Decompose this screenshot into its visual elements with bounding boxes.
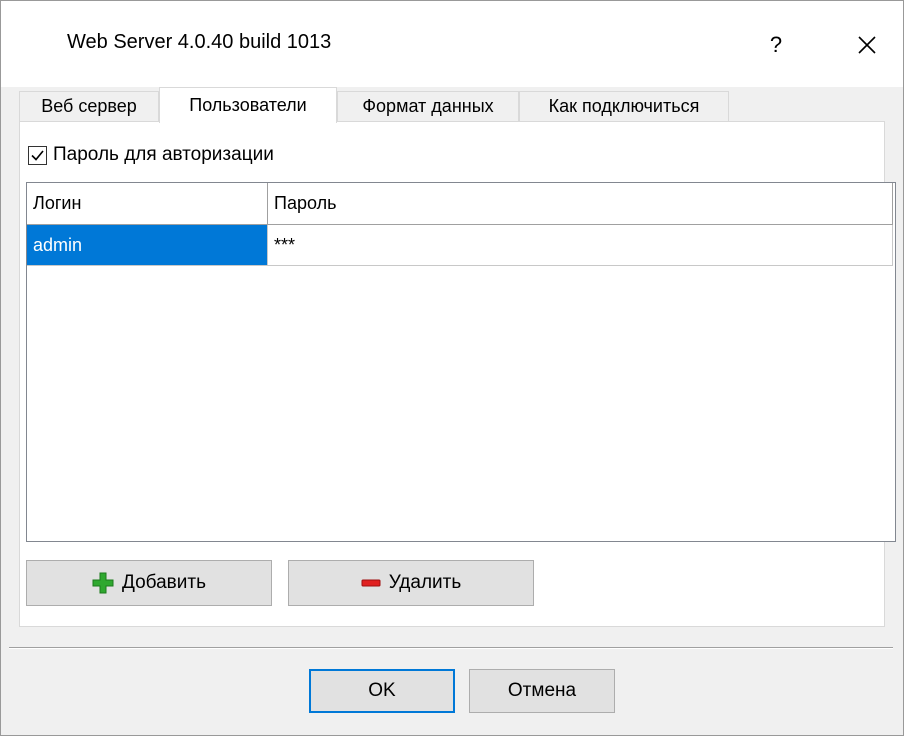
close-button[interactable] xyxy=(831,17,903,73)
title-bar: Web Server 4.0.40 build 1013 ? xyxy=(1,1,903,87)
users-grid: Логин Пароль admin *** xyxy=(26,182,896,542)
tab-label: Пользователи xyxy=(189,95,307,115)
cancel-button[interactable]: Отмена xyxy=(469,669,615,713)
dialog-window: Web Server 4.0.40 build 1013 ? Веб серве… xyxy=(0,0,904,736)
auth-password-checkbox[interactable]: Пароль для авторизации xyxy=(28,144,274,166)
grid-header: Логин Пароль xyxy=(27,183,893,225)
minus-icon xyxy=(361,578,381,588)
tab-data-format[interactable]: Формат данных xyxy=(337,91,519,121)
table-row[interactable]: admin *** xyxy=(27,225,893,266)
auth-checkbox-label: Пароль для авторизации xyxy=(53,144,274,165)
cancel-button-label: Отмена xyxy=(507,680,577,701)
help-button[interactable]: ? xyxy=(736,17,816,73)
add-user-button[interactable]: Добавить xyxy=(26,560,272,606)
window-title: Web Server 4.0.40 build 1013 xyxy=(67,31,332,53)
cell-login[interactable]: admin xyxy=(27,225,268,266)
cell-password[interactable]: *** xyxy=(268,225,893,266)
checkbox-box[interactable] xyxy=(28,145,47,165)
checkmark-icon xyxy=(31,149,44,161)
users-panel: Пароль для авторизации Логин Пароль admi… xyxy=(19,121,896,627)
ok-button[interactable]: OK xyxy=(309,669,455,713)
plus-icon xyxy=(92,572,114,594)
tab-web-server[interactable]: Веб сервер xyxy=(19,91,159,121)
delete-button-label: Удалить xyxy=(388,572,462,593)
close-icon xyxy=(858,36,876,54)
ok-button-label: OK xyxy=(368,680,396,701)
delete-user-button[interactable]: Удалить xyxy=(288,560,534,606)
add-button-label: Добавить xyxy=(122,572,206,593)
tab-label: Формат данных xyxy=(362,96,494,116)
footer-separator xyxy=(9,647,893,649)
tab-label: Веб сервер xyxy=(41,96,137,116)
tab-how-to-connect[interactable]: Как подключиться xyxy=(519,91,729,121)
help-label: ? xyxy=(769,32,783,57)
column-header-password[interactable]: Пароль xyxy=(268,183,893,225)
tab-users[interactable]: Пользователи xyxy=(159,87,337,123)
tab-label: Как подключиться xyxy=(548,96,700,116)
column-header-login[interactable]: Логин xyxy=(27,183,268,225)
